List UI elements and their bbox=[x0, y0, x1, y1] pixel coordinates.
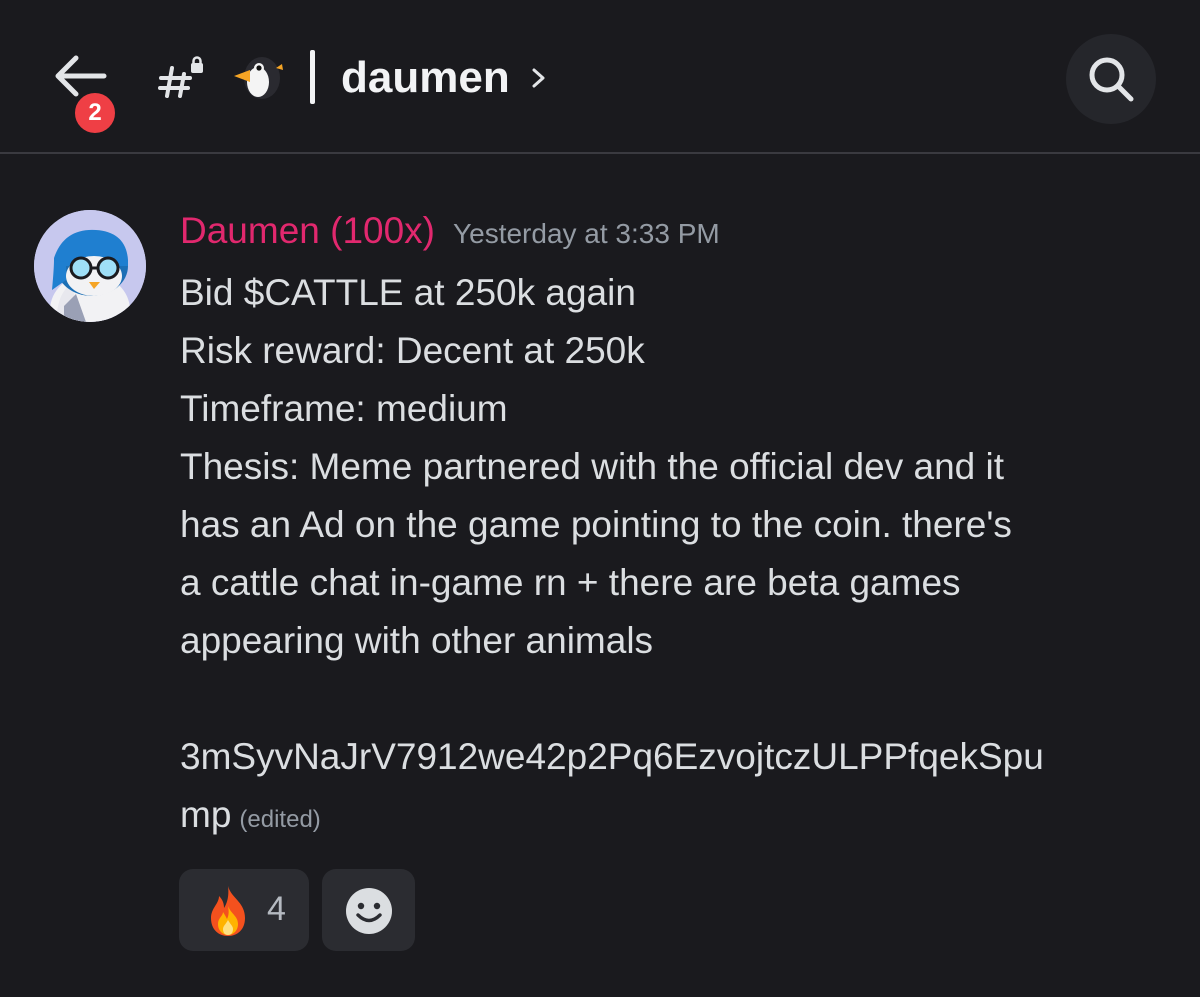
message-line-last: mp (edited) bbox=[180, 786, 1170, 849]
back-button[interactable]: 2 bbox=[44, 46, 124, 137]
message-line: Thesis: Meme partnered with the official… bbox=[180, 446, 1005, 487]
reaction-count: 4 bbox=[267, 890, 286, 928]
author-name[interactable]: Daumen (100x) bbox=[180, 210, 435, 251]
unread-badge: 2 bbox=[71, 89, 119, 137]
message-line-tail: mp bbox=[180, 794, 232, 835]
message-header: Daumen (100x) Yesterday at 3:33 PM bbox=[180, 210, 720, 252]
channel-separator bbox=[310, 50, 315, 104]
chevron-right-icon[interactable] bbox=[528, 62, 550, 94]
add-reaction-button[interactable] bbox=[322, 869, 415, 951]
message-line: has an Ad on the game pointing to the co… bbox=[180, 504, 1012, 545]
fire-icon bbox=[211, 886, 245, 936]
timestamp: Yesterday at 3:33 PM bbox=[453, 218, 720, 249]
channel-name[interactable]: daumen bbox=[341, 50, 510, 106]
locked-hashtag-icon bbox=[158, 56, 208, 104]
message-line: appearing with other animals bbox=[180, 620, 654, 661]
search-icon bbox=[1089, 57, 1134, 102]
message-line: a cattle chat in-game rn + there are bet… bbox=[180, 562, 961, 603]
message-content: Bid $CATTLE at 250k again Risk reward: D… bbox=[180, 264, 1170, 849]
avatar[interactable] bbox=[34, 210, 146, 322]
channel-header: 2 daumen bbox=[0, 0, 1200, 154]
add-reaction-icon bbox=[346, 888, 392, 934]
message-line: Timeframe: medium bbox=[180, 388, 508, 429]
reaction-fire[interactable]: 4 bbox=[179, 869, 309, 951]
message-line: 3mSyvNaJrV7912we42p2Pq6EzvojtczULPPfqekS… bbox=[180, 736, 1044, 777]
message-line: Risk reward: Decent at 250k bbox=[180, 330, 645, 371]
edited-label: (edited) bbox=[239, 806, 321, 833]
penguin-icon bbox=[228, 52, 286, 104]
search-button[interactable] bbox=[1066, 34, 1156, 124]
message-line: Bid $CATTLE at 250k again bbox=[180, 272, 636, 313]
